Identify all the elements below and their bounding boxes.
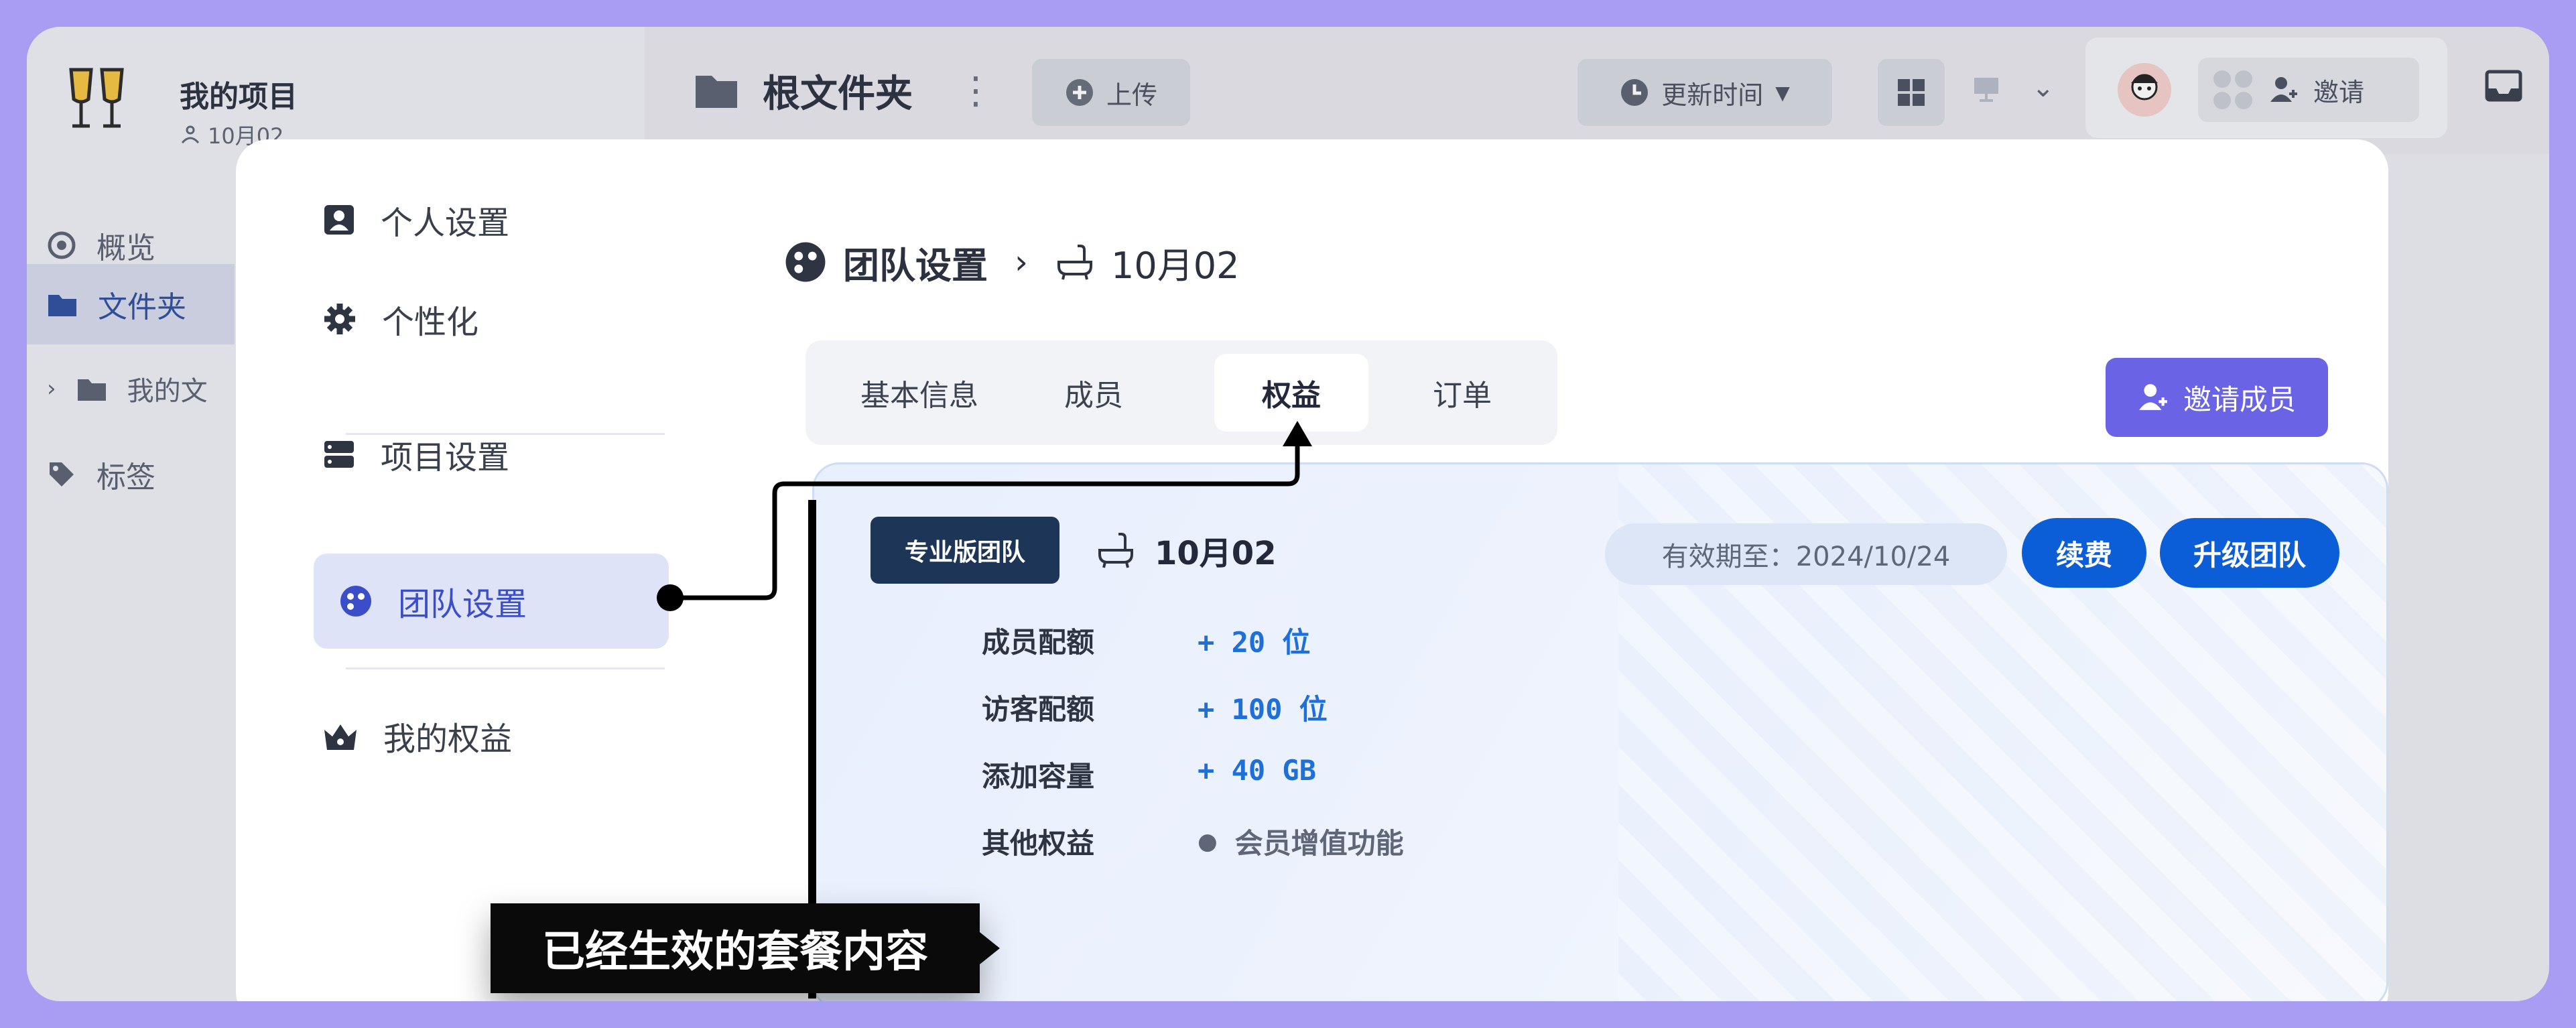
nav-personalization[interactable]: 个性化	[298, 272, 653, 366]
team-palette-icon	[340, 586, 371, 617]
tab-bar: 基本信息 成员 权益 订单	[806, 340, 1557, 445]
team-palette-icon	[785, 242, 826, 282]
benefit-value: + 100 位	[1198, 693, 1328, 726]
nav-team-settings[interactable]: 团队设置	[314, 554, 669, 649]
plan-team: 10月02	[1096, 517, 1277, 584]
nav-divider	[346, 667, 665, 669]
plan-badge: 专业版团队	[871, 517, 1059, 584]
crown-icon	[324, 724, 357, 750]
nav-project-settings[interactable]: 项目设置	[298, 407, 653, 501]
bathtub-icon	[1098, 533, 1133, 568]
breadcrumb-team: 10月02	[1111, 244, 1240, 287]
settings-modal: 个人设置 个性化 项目设置 团队设置 我的权益 团队设置 › 10月02 ×	[236, 139, 2388, 1001]
tab-benefits[interactable]: 权益	[1214, 354, 1368, 432]
tab-basic-info[interactable]: 基本信息	[832, 354, 1007, 432]
invite-member-button[interactable]: 邀请成员	[2106, 358, 2328, 437]
nav-my-benefits[interactable]: 我的权益	[298, 689, 653, 783]
bullet-dot: ●	[1198, 828, 1218, 855]
plan-team-label: 10月02	[1155, 535, 1277, 572]
tab-orders[interactable]: 订单	[1395, 354, 1529, 432]
benefit-value: 会员增值功能	[1234, 827, 1404, 860]
nav-label: 个人设置	[381, 204, 510, 242]
gear-icon	[324, 304, 355, 334]
nav-label: 我的权益	[383, 720, 513, 758]
breadcrumb: 团队设置 › 10月02	[784, 232, 1239, 292]
benefit-value: + 40 GB	[1198, 754, 1317, 787]
benefit-label: 添加容量	[982, 760, 1095, 793]
valid-until: 有效期至：2024/10/24	[1605, 523, 2007, 585]
breadcrumb-section[interactable]: 团队设置	[843, 236, 988, 289]
bathtub-icon	[1057, 245, 1092, 280]
annotation-callout: 已经生效的套餐内容	[491, 903, 1000, 993]
nav-personal-settings[interactable]: 个人设置	[298, 173, 653, 267]
app-window: 我的项目 10月02 概览 文件夹 › 我的文 标签 根文件夹 ⋮ 上传 更新时…	[27, 27, 2549, 1001]
upgrade-team-button[interactable]: 升级团队	[2160, 518, 2339, 588]
benefit-value-other: ● 会员增值功能	[1198, 821, 1404, 862]
nav-label: 项目设置	[381, 439, 510, 476]
nav-label: 个性化	[382, 304, 479, 341]
tab-members[interactable]: 成员	[1020, 354, 1167, 432]
id-card-icon	[324, 205, 354, 235]
renew-button[interactable]: 续费	[2022, 518, 2146, 588]
add-user-icon	[2139, 384, 2167, 410]
nav-label: 团队设置	[398, 586, 527, 623]
benefit-label: 访客配额	[982, 693, 1095, 726]
benefit-label: 成员配额	[982, 626, 1095, 659]
server-icon	[324, 441, 354, 468]
plan-card: 专业版团队 10月02 有效期至：2024/10/24 续费 升级团队 成员配额…	[812, 462, 2388, 1001]
benefit-label: 其他权益	[982, 827, 1095, 860]
chevron-right-icon: ›	[1015, 243, 1028, 281]
invite-member-label: 邀请成员	[2183, 383, 2296, 416]
benefit-value: + 20 位	[1198, 626, 1311, 659]
